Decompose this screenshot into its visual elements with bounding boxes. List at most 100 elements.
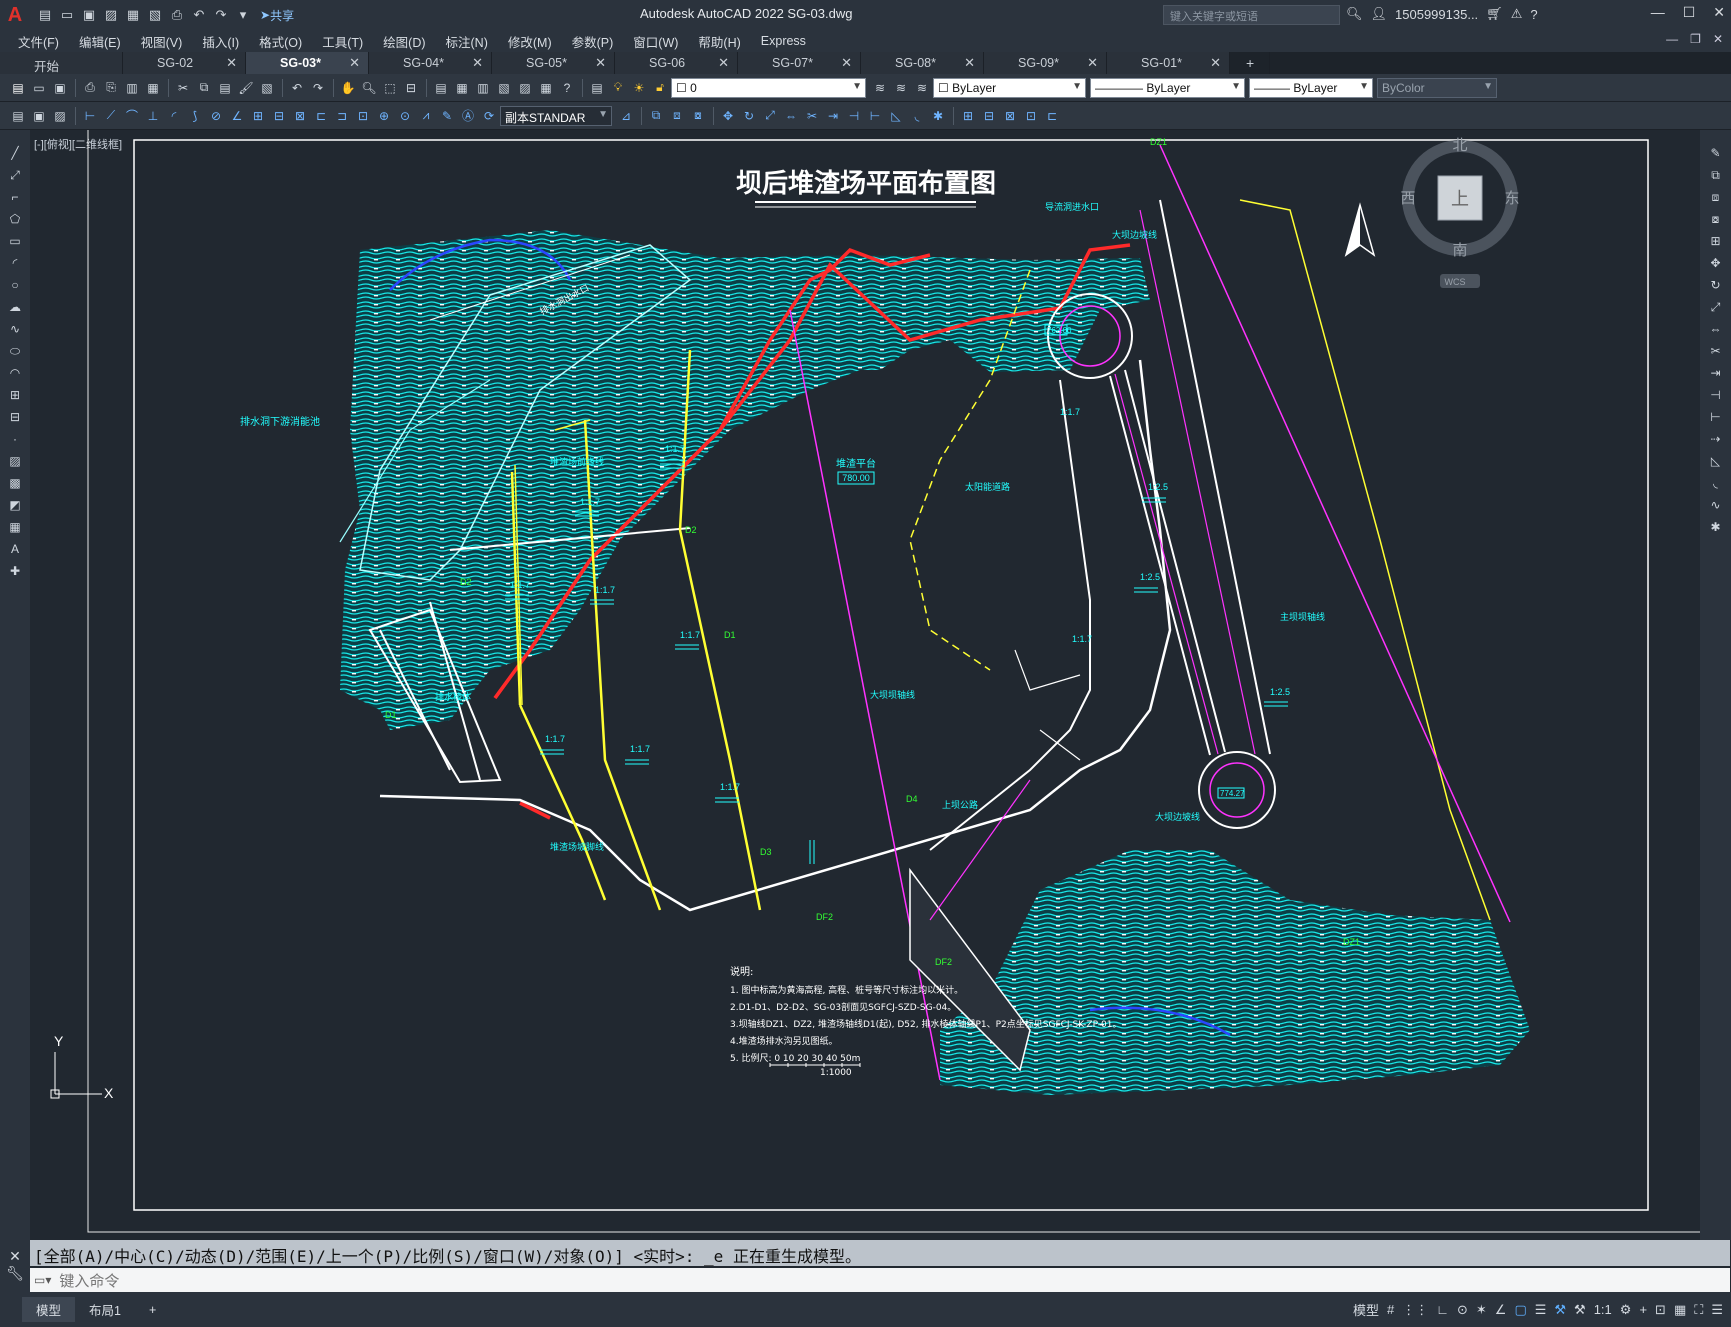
dimension-space-icon[interactable]: ⊏ [311, 106, 331, 126]
sheet-set-icon[interactable]: ▧ [494, 78, 514, 98]
construction-line-icon[interactable]: ⤢ [5, 166, 25, 184]
drawing-canvas[interactable]: [-][俯视][二维线框] 坝后堆渣场平面布置图 排水洞出水口 排水洞下游消能池 [30, 130, 1700, 1240]
share-button[interactable]: ➤ 共享 [256, 6, 298, 24]
linear-dimension-icon[interactable]: ⊢ [80, 106, 100, 126]
menu-item-5[interactable]: 工具(T) [312, 32, 373, 51]
grid-icon[interactable]: # [1387, 1302, 1394, 1317]
save-icon[interactable]: ▣ [80, 6, 98, 24]
angular-icon[interactable]: ∠ [227, 106, 247, 126]
explode-icon[interactable]: ✱ [1706, 518, 1726, 536]
save-as-icon[interactable]: ▨ [102, 6, 120, 24]
help-icon[interactable]: ? [1530, 7, 1537, 22]
extend-icon[interactable]: ⇥ [823, 106, 843, 126]
viewcube-south[interactable]: 南 [1452, 242, 1467, 259]
table-icon[interactable]: ▦ [5, 518, 25, 536]
dimension-break-icon[interactable]: ⊐ [332, 106, 352, 126]
insert-block-icon[interactable]: ⊞ [958, 106, 978, 126]
undo-icon[interactable]: ↶ [287, 78, 307, 98]
file-tab-0[interactable]: 开始 [0, 52, 123, 74]
layer-on-icon[interactable]: 💡︎ [608, 78, 628, 98]
add-layout-icon[interactable]: + [135, 1300, 170, 1320]
ellipse-arc-icon[interactable]: ◠ [5, 364, 25, 382]
gradient-icon[interactable]: ▩ [5, 474, 25, 492]
user-name[interactable]: 1505999135... [1395, 7, 1478, 22]
join-icon[interactable]: ⇢ [1706, 430, 1726, 448]
break-icon[interactable]: ⊣ [844, 106, 864, 126]
customize-dropdown-icon[interactable]: ▾ [234, 6, 252, 24]
layer-state-icon[interactable]: ▣ [29, 106, 49, 126]
annotation-visibility-icon[interactable]: ⚒ [1554, 1302, 1566, 1318]
isolate-icon[interactable]: ⊡ [1655, 1302, 1666, 1318]
properties-icon[interactable]: ▤ [431, 78, 451, 98]
menu-item-7[interactable]: 标注(N) [436, 32, 498, 51]
annotation-scale[interactable]: 1:1 [1594, 1302, 1612, 1317]
multiline-text-icon[interactable]: A [5, 540, 25, 558]
move-icon[interactable]: ✥ [1706, 254, 1726, 272]
file-tab-1[interactable]: SG-02 ✕ [123, 52, 246, 74]
chamfer-icon[interactable]: ◺ [1706, 452, 1726, 470]
point-icon[interactable]: · [5, 430, 25, 448]
break-at-point-icon[interactable]: ⊣ [1706, 386, 1726, 404]
linetype-dropdown[interactable]: ———— ByLayer ▼ [1090, 77, 1245, 98]
extend-icon[interactable]: ⇥ [1706, 364, 1726, 382]
fullscreen-icon[interactable]: ⛶ [1694, 1302, 1703, 1318]
undo-icon[interactable]: ↶ [190, 6, 208, 24]
menu-item-12[interactable]: Express [751, 34, 816, 48]
new-file-icon[interactable]: ▤ [36, 6, 54, 24]
plotstyle-dropdown[interactable]: ByColor ▼ [1377, 77, 1497, 98]
layer-dropdown[interactable]: ☐ 0 ▼ [671, 77, 866, 98]
menu-item-4[interactable]: 格式(O) [249, 32, 312, 51]
blend-curves-icon[interactable]: ∿ [1706, 496, 1726, 514]
customize-icon[interactable]: ☰ [1711, 1302, 1723, 1318]
diameter-icon[interactable]: ⊘ [206, 106, 226, 126]
block-editor-icon[interactable]: ▧ [257, 78, 277, 98]
insert-block-icon[interactable]: ⊞ [5, 386, 25, 404]
open-web-icon[interactable]: ▦ [124, 6, 142, 24]
make-block-icon[interactable]: ⊟ [979, 106, 999, 126]
jogged-icon[interactable]: ⟆ [185, 106, 205, 126]
tab-layout1[interactable]: 布局1 [75, 1297, 135, 1322]
rectangle-icon[interactable]: ▭ [5, 232, 25, 250]
viewcube-top-face[interactable]: 上 [1451, 189, 1469, 209]
menu-item-10[interactable]: 窗口(W) [623, 32, 688, 51]
add-selected-icon[interactable]: ✚ [5, 562, 25, 580]
file-tab-9[interactable]: SG-01* ✕ [1107, 52, 1230, 74]
scale-icon[interactable]: ⤢ [1706, 298, 1726, 316]
ordinate-icon[interactable]: ⊥ [143, 106, 163, 126]
markup-icon[interactable]: ▨ [515, 78, 535, 98]
menu-item-2[interactable]: 视图(V) [131, 32, 193, 51]
radius-icon[interactable]: ◜ [164, 106, 184, 126]
new-tab-icon[interactable]: + [1230, 52, 1270, 74]
dim-update-icon[interactable]: ⟳ [479, 106, 499, 126]
arc-icon[interactable]: ◜ [5, 254, 25, 272]
rotate-icon[interactable]: ↻ [1706, 276, 1726, 294]
menu-item-8[interactable]: 修改(M) [498, 32, 562, 51]
line-icon[interactable]: ╱ [5, 144, 25, 162]
tab-close-icon[interactable]: ✕ [472, 55, 483, 71]
help-search-input[interactable]: 键入关键字或短语 [1163, 5, 1340, 25]
file-tab-2[interactable]: SG-03* ✕ [246, 52, 369, 74]
selection-cycling-icon[interactable]: ▢ [1514, 1302, 1526, 1318]
hardware-icon[interactable]: ▦ [1674, 1302, 1686, 1318]
join-icon[interactable]: ⊢ [865, 106, 885, 126]
array-icon[interactable]: ⊞ [1706, 232, 1726, 250]
tab-close-icon[interactable]: ✕ [226, 55, 237, 71]
command-prompt-icon[interactable]: ▭▾ [34, 1273, 51, 1287]
command-input[interactable]: ▭▾ 键入命令 [30, 1268, 1730, 1292]
break-icon[interactable]: ⊢ [1706, 408, 1726, 426]
open-file-icon[interactable]: ▭ [58, 6, 76, 24]
viewcube-north[interactable]: 北 [1452, 137, 1467, 154]
plot-icon[interactable]: ⎙ [168, 6, 186, 24]
paste-icon[interactable]: ▤ [215, 78, 235, 98]
scale-icon[interactable]: ⤢ [760, 106, 780, 126]
fillet-icon[interactable]: ◟ [1706, 474, 1726, 492]
layer-tool-icon[interactable]: ▤ [8, 106, 28, 126]
file-tab-6[interactable]: SG-07* ✕ [738, 52, 861, 74]
explode-icon[interactable]: ✱ [928, 106, 948, 126]
menu-item-0[interactable]: 文件(F) [0, 32, 69, 51]
search-icon[interactable]: 🔍︎ [1346, 6, 1363, 22]
tab-close-icon[interactable]: ✕ [1210, 55, 1221, 71]
jogged-linear-icon[interactable]: ⩘ [416, 106, 436, 126]
layer-match-icon[interactable]: ≋ [912, 78, 932, 98]
dim-text-edit-icon[interactable]: Ⓐ [458, 106, 478, 126]
